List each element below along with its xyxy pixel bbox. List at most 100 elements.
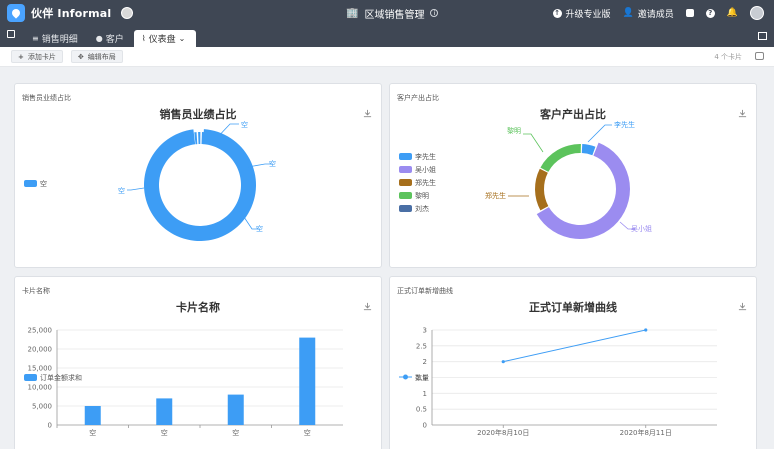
tab-label: 销售明细 [41, 35, 78, 45]
pie-chart-customers: 李先生吴小姐郑先生黎明刘杰李先生吴小姐郑先生黎明 [399, 120, 652, 239]
tab-sales-detail[interactable]: ≡ 销售明细 [24, 30, 86, 47]
logo-text: 伙伴 Informal [31, 7, 112, 20]
legend-swatch [24, 180, 37, 187]
move-icon: ✥ [77, 52, 84, 61]
slice-label: 郑先生 [485, 191, 506, 200]
card-customer-share[interactable]: 客户产出占比 客户产出占比 李先生 吴小姐 郑先生 黎明 刘杰 李先生 吴小姐 郑先生 黎明 [389, 83, 757, 268]
pie-chart-sales: 空空空空空 [24, 120, 276, 242]
slice-leader-line [127, 187, 145, 191]
legend-label: 黎明 [415, 191, 429, 200]
add-card-label: 添加卡片 [27, 52, 56, 61]
dashboard-toolbar: + 添加卡片 ✥ 编辑布局 4 个卡片 [0, 47, 774, 67]
data-point [501, 360, 505, 364]
building-icon: 🏢 [346, 7, 359, 19]
bar [156, 398, 173, 425]
legend-swatch [399, 192, 412, 199]
help-icon[interactable]: ? [705, 8, 715, 18]
y-tick-label: 2.5 [416, 342, 427, 350]
legend-label: 订单金额求和 [40, 373, 82, 382]
pie-slice [535, 168, 549, 211]
slice-label: 空 [256, 224, 263, 233]
x-tick-label: 2020年8月10日 [477, 428, 529, 437]
slice-leader-line [523, 133, 544, 153]
y-tick-label: 5,000 [32, 403, 52, 411]
legend-label: 刘杰 [415, 204, 429, 213]
card-bar-chart[interactable]: 卡片名称 卡片名称 0 5,000 10,000 15,000 20,000 25,000… [14, 276, 382, 449]
data-point [644, 328, 648, 332]
info-icon[interactable]: i [430, 9, 439, 17]
add-icon[interactable] [685, 9, 694, 17]
x-tick-label: 空 [89, 428, 96, 437]
bell-icon[interactable]: 🔔 [727, 8, 738, 18]
top-bar: 伙伴 Informal 🏢 区域销售管理 i ↑ 升级专业版 👤 邀请成员 ? … [0, 0, 774, 26]
y-tick-label: 20,000 [28, 346, 53, 354]
bar [84, 406, 101, 425]
legend-swatch [399, 179, 412, 186]
x-tick-label: 空 [232, 428, 239, 437]
line-chart: 00.511.522.532020年8月10日 2020年8月11日数量 [399, 327, 717, 437]
y-tick-label: 15,000 [28, 365, 53, 373]
pie-slice [144, 129, 256, 242]
plus-icon: + [18, 52, 24, 61]
upgrade-icon: ↑ [552, 8, 562, 18]
tab-customers[interactable]: ● 客户 [88, 30, 132, 47]
slice-leader-line [587, 124, 612, 143]
bar-chart: 0 5,000 10,000 15,000 20,000 25,000 空 空 空 空 订单金额求和 [24, 327, 343, 437]
pie-slice [581, 144, 596, 156]
x-tick-label: 空 [304, 428, 311, 437]
app-title-text: 区域销售管理 [364, 9, 425, 21]
legend-swatch [24, 374, 37, 381]
x-tick-label: 空 [161, 428, 168, 437]
logo-icon [7, 4, 25, 22]
invite-button[interactable]: 👤 邀请成员 [623, 7, 674, 20]
upgrade-button[interactable]: ↑ 升级专业版 [552, 7, 611, 20]
list-icon: ≡ [32, 34, 39, 43]
card-sales-share[interactable]: 销售员业绩占比 销售员业绩占比 空空空空空 [14, 83, 382, 268]
legend-swatch [399, 153, 412, 160]
comment-icon[interactable] [755, 52, 764, 60]
app-logo[interactable]: 伙伴 Informal [7, 4, 111, 22]
legend-marker [403, 374, 408, 380]
legend-label: 空 [40, 179, 47, 188]
pie-slice [540, 144, 581, 172]
y-tick-label: 1 [423, 390, 427, 398]
slice-label: 空 [269, 159, 276, 168]
y-tick-label: 2 [423, 358, 427, 366]
bar [299, 337, 316, 425]
tab-dashboard[interactable]: ⌇ 仪表盘 ⌄ [133, 30, 197, 47]
slice-label: 空 [241, 120, 248, 129]
edit-layout-label: 编辑布局 [87, 52, 116, 61]
slice-label: 吴小姐 [631, 224, 652, 233]
copy-icon[interactable] [758, 32, 767, 40]
slice-label: 黎明 [507, 126, 521, 135]
y-tick-label: 3 [423, 327, 427, 335]
user-avatar[interactable] [750, 6, 764, 20]
legend-swatch [399, 205, 412, 212]
workspace-avatar[interactable] [121, 7, 134, 19]
tab-label: 仪表盘 [148, 35, 176, 45]
pie-slice [198, 132, 201, 145]
y-tick-label: 10,000 [28, 384, 53, 392]
legend-label: 吴小姐 [415, 165, 436, 174]
tab-bar: ≡ 销售明细 ● 客户 ⌇ 仪表盘 ⌄ [0, 26, 774, 47]
edit-layout-button[interactable]: ✥ 编辑布局 [70, 50, 123, 63]
legend-swatch [399, 166, 412, 173]
card-line-chart[interactable]: 正式订单新增曲线 正式订单新增曲线 0 0.5 1 1.5 2 2.5 3 2020年8月10… [389, 276, 757, 449]
tab-label: 客户 [105, 35, 124, 45]
upgrade-label: 升级专业版 [565, 9, 611, 20]
slice-label: 李先生 [614, 120, 635, 129]
y-tick-label: 0.5 [416, 406, 427, 414]
add-user-icon: 👤 [622, 8, 634, 18]
card-count: 4 个卡片 [714, 53, 742, 61]
slice-label: 空 [118, 186, 125, 195]
chart-icon: ⌇ [141, 34, 146, 43]
sidebar-toggle-icon[interactable] [7, 30, 15, 38]
chevron-down-icon[interactable]: ⌄ [179, 34, 186, 43]
user-icon: ● [95, 34, 103, 43]
app-title: 🏢 区域销售管理 i [346, 0, 439, 26]
bar [227, 394, 244, 425]
x-tick-label: 2020年8月11日 [620, 428, 672, 437]
add-card-button[interactable]: + 添加卡片 [11, 50, 63, 63]
legend-label: 郑先生 [415, 178, 436, 187]
y-tick-label: 0 [48, 422, 52, 430]
